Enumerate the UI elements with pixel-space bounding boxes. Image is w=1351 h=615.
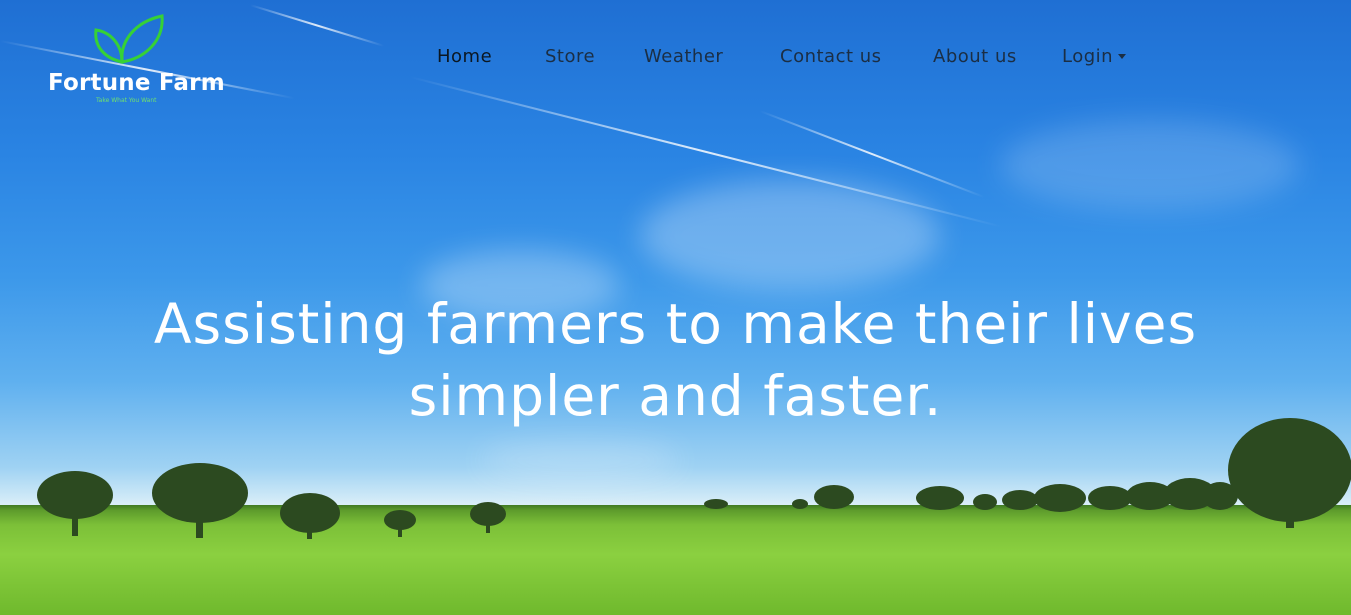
brand-logo[interactable]: Fortune Farm Take What You Want (44, 12, 225, 112)
hero-headline-line1: Assisting farmers to make their lives (153, 292, 1198, 356)
caret-down-icon (1118, 54, 1127, 59)
logo-title: Fortune Farm (48, 70, 225, 96)
nav-home[interactable]: Home (437, 46, 492, 67)
nav-about[interactable]: About us (933, 46, 1017, 67)
leaf-icon (94, 14, 164, 64)
hero-headline-line2: simpler and faster. (408, 364, 943, 428)
nav-store[interactable]: Store (545, 46, 595, 67)
nav-weather[interactable]: Weather (644, 46, 723, 67)
nav-contact[interactable]: Contact us (780, 46, 882, 67)
logo-tagline: Take What You Want (96, 97, 157, 104)
nav-login-dropdown[interactable]: Login (1062, 46, 1127, 67)
hero-headline: Assisting farmers to make their lives si… (0, 288, 1351, 432)
nav-login-label: Login (1062, 46, 1114, 67)
hero-section: Fortune Farm Take What You Want Home Sto… (0, 0, 1351, 615)
